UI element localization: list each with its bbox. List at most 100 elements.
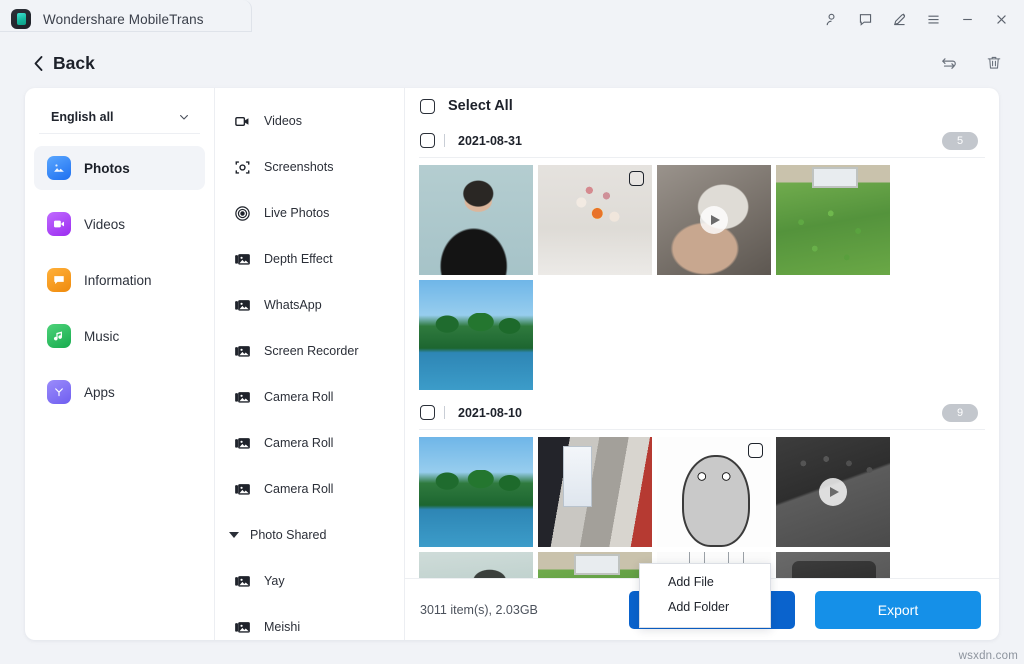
gallery-panel: Select All 2021-08-31 5 [405, 88, 999, 640]
category-item-camera-roll-2[interactable]: Camera Roll [215, 420, 404, 466]
category-item-whatsapp[interactable]: WhatsApp [215, 282, 404, 328]
watermark: wsxdn.com [959, 650, 1018, 662]
export-button[interactable]: Export [815, 591, 981, 629]
language-select[interactable]: English all [39, 100, 200, 134]
chevron-left-icon [33, 55, 44, 72]
trash-icon[interactable] [980, 49, 1008, 77]
category-label: Camera Roll [264, 436, 333, 450]
category-group-photo-shared[interactable]: Photo Shared [215, 512, 404, 558]
gallery-scroll-area[interactable]: Select All 2021-08-31 5 [405, 88, 999, 578]
sidebar-item-label: Photos [84, 161, 130, 176]
thumbnail-checkbox[interactable] [748, 443, 763, 458]
thumb-tropical-beach-2[interactable] [419, 437, 533, 547]
category-item-camera-roll-3[interactable]: Camera Roll [215, 466, 404, 512]
header-toolbar [934, 38, 1008, 88]
album-icon [234, 343, 251, 360]
refresh-icon[interactable] [934, 49, 962, 77]
videos-icon [47, 212, 71, 236]
thumb-keyboard-video[interactable] [776, 437, 890, 547]
sidebar-item-apps[interactable]: Apps [34, 370, 205, 414]
category-item-live-photos[interactable]: Live Photos [215, 190, 404, 236]
music-icon [47, 324, 71, 348]
select-all-row: Select All [419, 88, 985, 124]
sidebar-item-label: Videos [84, 217, 125, 232]
sidebar-item-music[interactable]: Music [34, 314, 205, 358]
thumb-office-desk[interactable] [538, 437, 652, 547]
thumbnail-grid [419, 430, 985, 578]
category-item-screenshots[interactable]: Screenshots [215, 144, 404, 190]
sidebar-item-photos[interactable]: Photos [34, 146, 205, 190]
menu-icon[interactable] [916, 4, 950, 34]
import-dropdown-menu: Add File Add Folder [639, 563, 771, 628]
category-label: Camera Roll [264, 390, 333, 404]
date-group-header: 2021-08-31 5 [419, 124, 985, 158]
back-label: Back [53, 53, 95, 74]
category-label: Yay [264, 574, 285, 588]
date-group-count: 9 [942, 404, 978, 422]
minimize-icon[interactable] [950, 4, 984, 34]
thumb-green-ivy-2[interactable] [538, 552, 652, 578]
sidebar-item-label: Apps [84, 385, 115, 400]
date-group-checkbox[interactable] [420, 405, 435, 420]
play-icon [700, 206, 728, 234]
thumb-tropical-beach[interactable] [419, 280, 533, 390]
sidebar-item-label: Music [84, 329, 119, 344]
close-icon[interactable] [984, 4, 1018, 34]
select-all-checkbox[interactable] [420, 99, 435, 114]
category-label: Camera Roll [264, 482, 333, 496]
main-card: English all Photos [25, 88, 999, 640]
category-item-meishi[interactable]: Meishi [215, 604, 404, 640]
screenshot-icon [234, 159, 251, 176]
date-group-checkbox[interactable] [420, 133, 435, 148]
thumb-totoro-painting[interactable] [419, 552, 533, 578]
category-label: WhatsApp [264, 298, 322, 312]
album-icon [234, 481, 251, 498]
album-icon [234, 573, 251, 590]
category-label: Screen Recorder [264, 344, 359, 358]
thumb-green-ivy[interactable] [776, 165, 890, 275]
primary-sidebar: English all Photos [25, 88, 215, 640]
title-bar: Wondershare MobileTrans [0, 0, 1024, 38]
app-window: Wondershare MobileTrans [0, 0, 1024, 664]
category-item-camera-roll-1[interactable]: Camera Roll [215, 374, 404, 420]
category-group-label: Photo Shared [250, 528, 326, 542]
sidebar-nav-list: Photos Videos [25, 146, 214, 414]
thumb-totoro-sketch[interactable] [657, 437, 771, 547]
category-item-yay[interactable]: Yay [215, 558, 404, 604]
mobiletrans-logo-icon [11, 9, 31, 29]
live-photo-icon [234, 205, 251, 222]
page-header: Back [0, 38, 1024, 88]
category-label: Screenshots [264, 160, 333, 174]
chevron-down-icon [178, 111, 190, 123]
language-select-value: English all [51, 110, 114, 124]
thumbnail-checkbox[interactable] [629, 171, 644, 186]
thumb-dark-video[interactable] [776, 552, 890, 578]
information-icon [47, 268, 71, 292]
menu-item-add-file[interactable]: Add File [640, 570, 770, 595]
sidebar-item-videos[interactable]: Videos [34, 202, 205, 246]
photos-icon [47, 156, 71, 180]
category-item-screen-recorder[interactable]: Screen Recorder [215, 328, 404, 374]
category-label: Videos [264, 114, 302, 128]
album-icon [234, 435, 251, 452]
feedback-icon[interactable] [848, 4, 882, 34]
caret-down-icon [229, 532, 239, 538]
thumb-airpods-hand[interactable] [657, 165, 771, 275]
edit-icon[interactable] [882, 4, 916, 34]
apps-icon [47, 380, 71, 404]
menu-item-add-folder[interactable]: Add Folder [640, 595, 770, 620]
album-icon [234, 297, 251, 314]
category-label: Depth Effect [264, 252, 333, 266]
back-button[interactable]: Back [33, 53, 95, 74]
thumb-flower-vase[interactable] [538, 165, 652, 275]
sidebar-item-information[interactable]: Information [34, 258, 205, 302]
category-item-depth-effect[interactable]: Depth Effect [215, 236, 404, 282]
date-group-label: 2021-08-31 [458, 134, 522, 148]
category-item-videos[interactable]: Videos [215, 98, 404, 144]
album-icon [234, 251, 251, 268]
video-camera-icon [234, 113, 251, 130]
select-all-label: Select All [448, 98, 513, 114]
thumb-person-portrait[interactable] [419, 165, 533, 275]
account-icon[interactable] [814, 4, 848, 34]
app-title: Wondershare MobileTrans [43, 12, 204, 27]
